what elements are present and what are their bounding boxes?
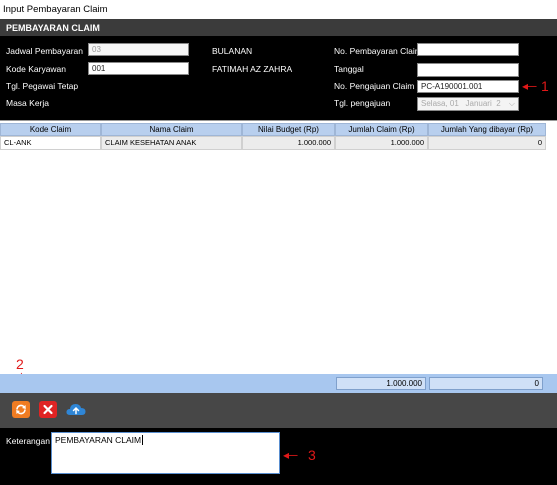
table-cell-jumlah-claim[interactable]: 1.000.000 <box>335 136 428 150</box>
column-header-kode-claim[interactable]: Kode Claim <box>0 123 101 136</box>
tgl-pengajuan-date-picker[interactable]: Selasa, 01 Januari 2 ⌵ <box>417 97 519 111</box>
keterangan-textarea[interactable]: PEMBAYARAN CLAIM <box>51 432 280 474</box>
no-pengajuan-claim-field[interactable]: PC-A190001.001 <box>417 80 519 93</box>
tanggal-label: Tanggal <box>334 64 364 74</box>
tanggal-year: 2 <box>496 65 501 74</box>
annotation-1: 1 <box>541 78 549 94</box>
arrow-left-icon: ◂─ <box>283 448 298 462</box>
tgl-pengajuan-day: Selasa <box>421 99 446 108</box>
employee-name: FATIMAH AZ ZAHRA <box>212 64 293 74</box>
table-cell-nilai-budget[interactable]: 1.000.000 <box>242 136 335 150</box>
tanggal-month: Januari <box>465 65 492 74</box>
kode-karyawan-field[interactable]: 001 <box>88 62 189 75</box>
total-jumlah-claim: 1.000.000 <box>336 377 426 390</box>
column-header-nama-claim[interactable]: Nama Claim <box>101 123 242 136</box>
periode-text: BULANAN <box>212 46 253 56</box>
tgl-pegawai-tetap-label: Tgl. Pegawai Tetap <box>6 81 79 91</box>
no-pembayaran-claim-field[interactable] <box>417 43 519 56</box>
kode-karyawan-label: Kode Karyawan <box>6 64 67 74</box>
tgl-pengajuan-date: 01 <box>449 99 459 108</box>
chevron-down-icon: ⌵ <box>508 99 515 108</box>
tanggal-day: Selasa <box>421 65 446 74</box>
keterangan-value: PEMBAYARAN CLAIM <box>55 435 142 445</box>
column-header-jumlah-claim[interactable]: Jumlah Claim (Rp) <box>335 123 428 136</box>
jadwal-pembayaran-field[interactable]: 03 <box>88 43 189 56</box>
jadwal-pembayaran-label: Jadwal Pembayaran <box>6 46 84 56</box>
section-title: PEMBAYARAN CLAIM <box>6 23 100 33</box>
cloud-upload-icon <box>66 404 86 415</box>
table-cell-nama-claim[interactable]: CLAIM KESEHATAN ANAK <box>101 136 242 150</box>
totals-bar: 1.000.000 0 <box>0 374 557 393</box>
text-cursor <box>142 435 144 445</box>
total-jumlah-dibayar: 0 <box>429 377 543 390</box>
arrow-left-icon: ◂─ <box>522 79 537 93</box>
table-cell-jumlah-dibayar[interactable]: 0 <box>428 136 546 150</box>
upload-button[interactable] <box>65 401 87 418</box>
column-header-nilai-budget[interactable]: Nilai Budget (Rp) <box>242 123 335 136</box>
column-header-jumlah-dibayar[interactable]: Jumlah Yang dibayar (Rp) <box>428 123 546 136</box>
claim-form-panel: Jadwal Pembayaran 03 Kode Karyawan 001 T… <box>0 36 557 120</box>
cancel-button[interactable] <box>39 401 57 418</box>
chevron-down-icon: ⌵ <box>508 65 515 74</box>
no-pembayaran-claim-label: No. Pembayaran Claim <box>334 46 422 56</box>
refresh-icon <box>16 404 26 415</box>
window-title: Input Pembayaran Claim <box>3 4 108 15</box>
keterangan-label: Keterangan <box>6 436 50 446</box>
annotation-3: 3 <box>308 447 316 463</box>
refresh-button[interactable] <box>12 401 30 418</box>
section-header: PEMBAYARAN CLAIM <box>0 19 557 36</box>
tanggal-date: 01 <box>449 65 459 74</box>
claim-table: Kode Claim Nama Claim Nilai Budget (Rp) … <box>0 120 557 382</box>
close-icon <box>43 404 53 415</box>
action-toolbar <box>0 393 557 428</box>
tgl-pengajuan-year: 2 <box>496 99 501 108</box>
table-cell-kode-claim[interactable]: CL-ANK <box>0 136 101 150</box>
no-pengajuan-claim-label: No. Pengajuan Claim <box>334 81 415 91</box>
notes-panel: Keterangan PEMBAYARAN CLAIM ◂─ 3 <box>0 428 557 485</box>
masa-kerja-label: Masa Kerja <box>6 98 49 108</box>
tanggal-date-picker[interactable]: Selasa, 01 Januari 2 ⌵ <box>417 63 519 77</box>
tgl-pengajuan-month: Januari <box>465 99 492 108</box>
window-titlebar: Input Pembayaran Claim <box>0 0 557 19</box>
tgl-pengajuan-label: Tgl. pengajuan <box>334 98 391 108</box>
